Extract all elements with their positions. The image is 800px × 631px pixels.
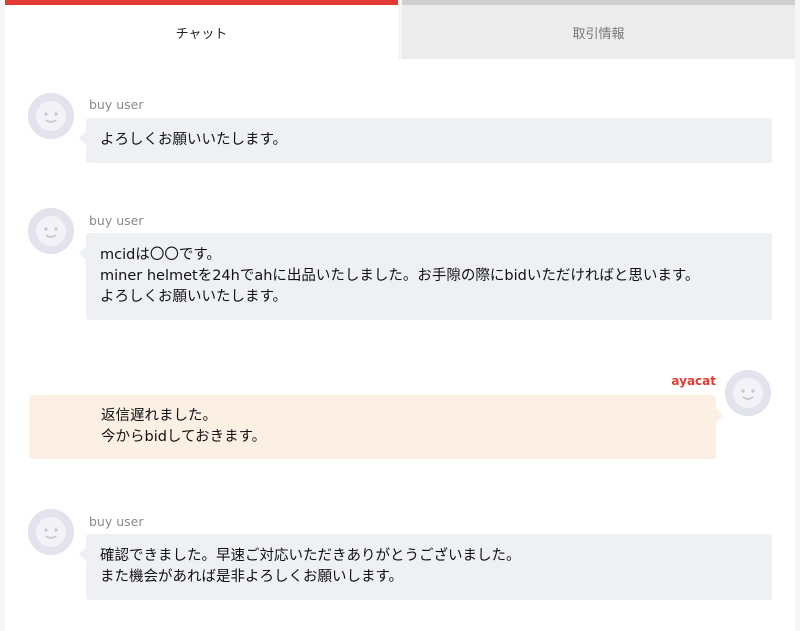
message-bubble: mcidは〇〇です。 miner helmetを24hでahに出品いたしました。…	[79, 233, 772, 320]
message-bubble: よろしくお願いいたします。	[79, 118, 772, 163]
message-username: buy user	[89, 213, 144, 228]
user-face-icon	[725, 370, 771, 416]
tab-bar: チャット 取引情報	[0, 0, 800, 59]
message-username: ayacat	[671, 374, 716, 388]
message-text-line: 今からbidしておきます。	[101, 429, 267, 445]
message-text-line: 返信遅れました。	[101, 408, 217, 424]
user-face-icon	[28, 509, 74, 555]
message-text-line: よろしくお願いいたします。	[100, 132, 288, 148]
message-text-line: また機会があれば是非よろしくお願いします。	[100, 569, 404, 585]
message-text-line: mcidは〇〇です。	[100, 247, 221, 263]
chat-panel: buy user よろしくお願いいたします。 buy user mcidは〇〇で…	[5, 59, 795, 631]
tab-chat[interactable]: チャット	[5, 0, 398, 59]
message-username: buy user	[89, 514, 144, 529]
tab-transaction-info[interactable]: 取引情報	[402, 0, 795, 59]
message-username: buy user	[89, 97, 144, 112]
message-bubble: 確認できました。早速ご対応いただきありがとうございました。 また機会があれば是非…	[79, 534, 772, 600]
user-face-icon	[28, 208, 74, 254]
user-face-icon	[28, 93, 74, 139]
message-bubble: 返信遅れました。 今からbidしておきます。	[29, 395, 723, 459]
message-text-line: 確認できました。早速ご対応いただきありがとうございました。	[100, 548, 521, 564]
message-text-line: よろしくお願いいたします。	[100, 289, 288, 305]
message-text-line: miner helmetを24hでahに出品いたしました。お手隙の際にbidいた…	[100, 268, 700, 284]
